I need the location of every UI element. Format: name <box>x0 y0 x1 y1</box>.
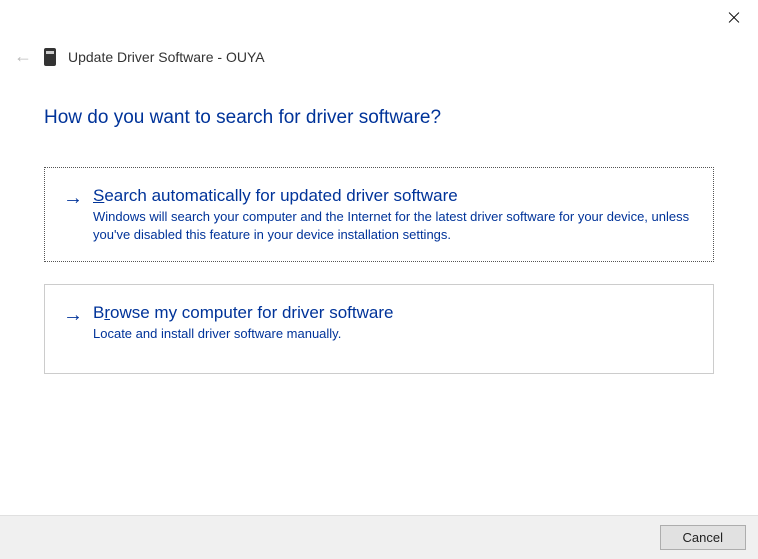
window-title: Update Driver Software - OUYA <box>68 49 265 65</box>
option-description: Windows will search your computer and th… <box>93 208 695 243</box>
back-arrow-icon[interactable]: ← <box>14 46 32 67</box>
page-heading: How do you want to search for driver sof… <box>44 107 714 129</box>
close-button[interactable] <box>724 8 744 28</box>
footer-bar: Cancel <box>0 515 758 559</box>
cancel-button[interactable]: Cancel <box>660 525 746 550</box>
option-search-automatically[interactable]: → Search automatically for updated drive… <box>44 167 714 262</box>
option-title: Search automatically for updated driver … <box>93 186 695 206</box>
option-description: Locate and install driver software manua… <box>93 325 695 343</box>
content-area: How do you want to search for driver sof… <box>0 67 758 374</box>
device-icon <box>44 48 56 66</box>
option-title: Browse my computer for driver software <box>93 303 695 323</box>
option-browse-computer[interactable]: → Browse my computer for driver software… <box>44 284 714 374</box>
arrow-right-icon: → <box>63 188 83 208</box>
arrow-right-icon: → <box>63 305 83 325</box>
wizard-header: ← Update Driver Software - OUYA <box>0 0 758 67</box>
